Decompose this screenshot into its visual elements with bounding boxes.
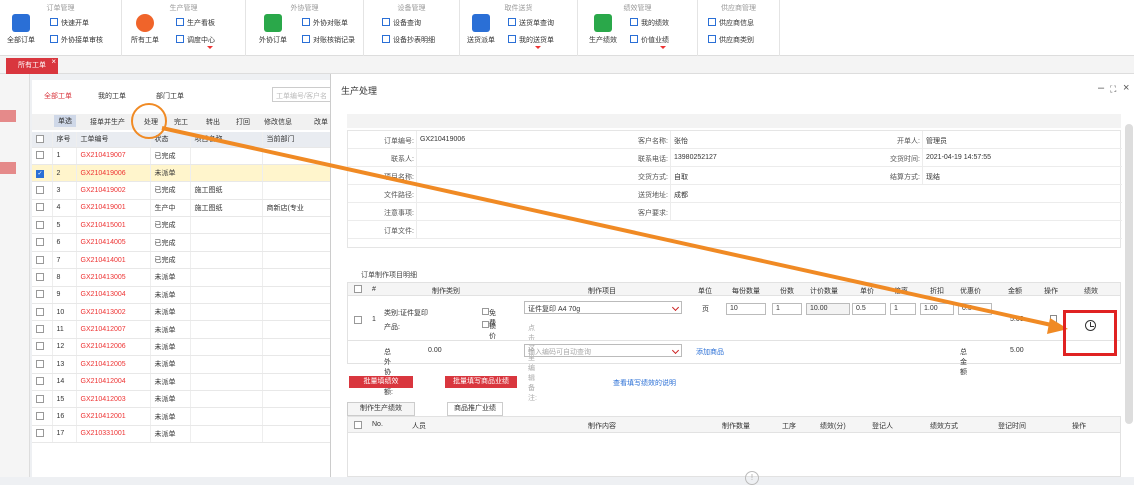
performance-clock-icon[interactable] xyxy=(1085,320,1096,331)
annotation-highlight-box xyxy=(1063,310,1117,356)
annotation-arrow xyxy=(161,126,1068,334)
